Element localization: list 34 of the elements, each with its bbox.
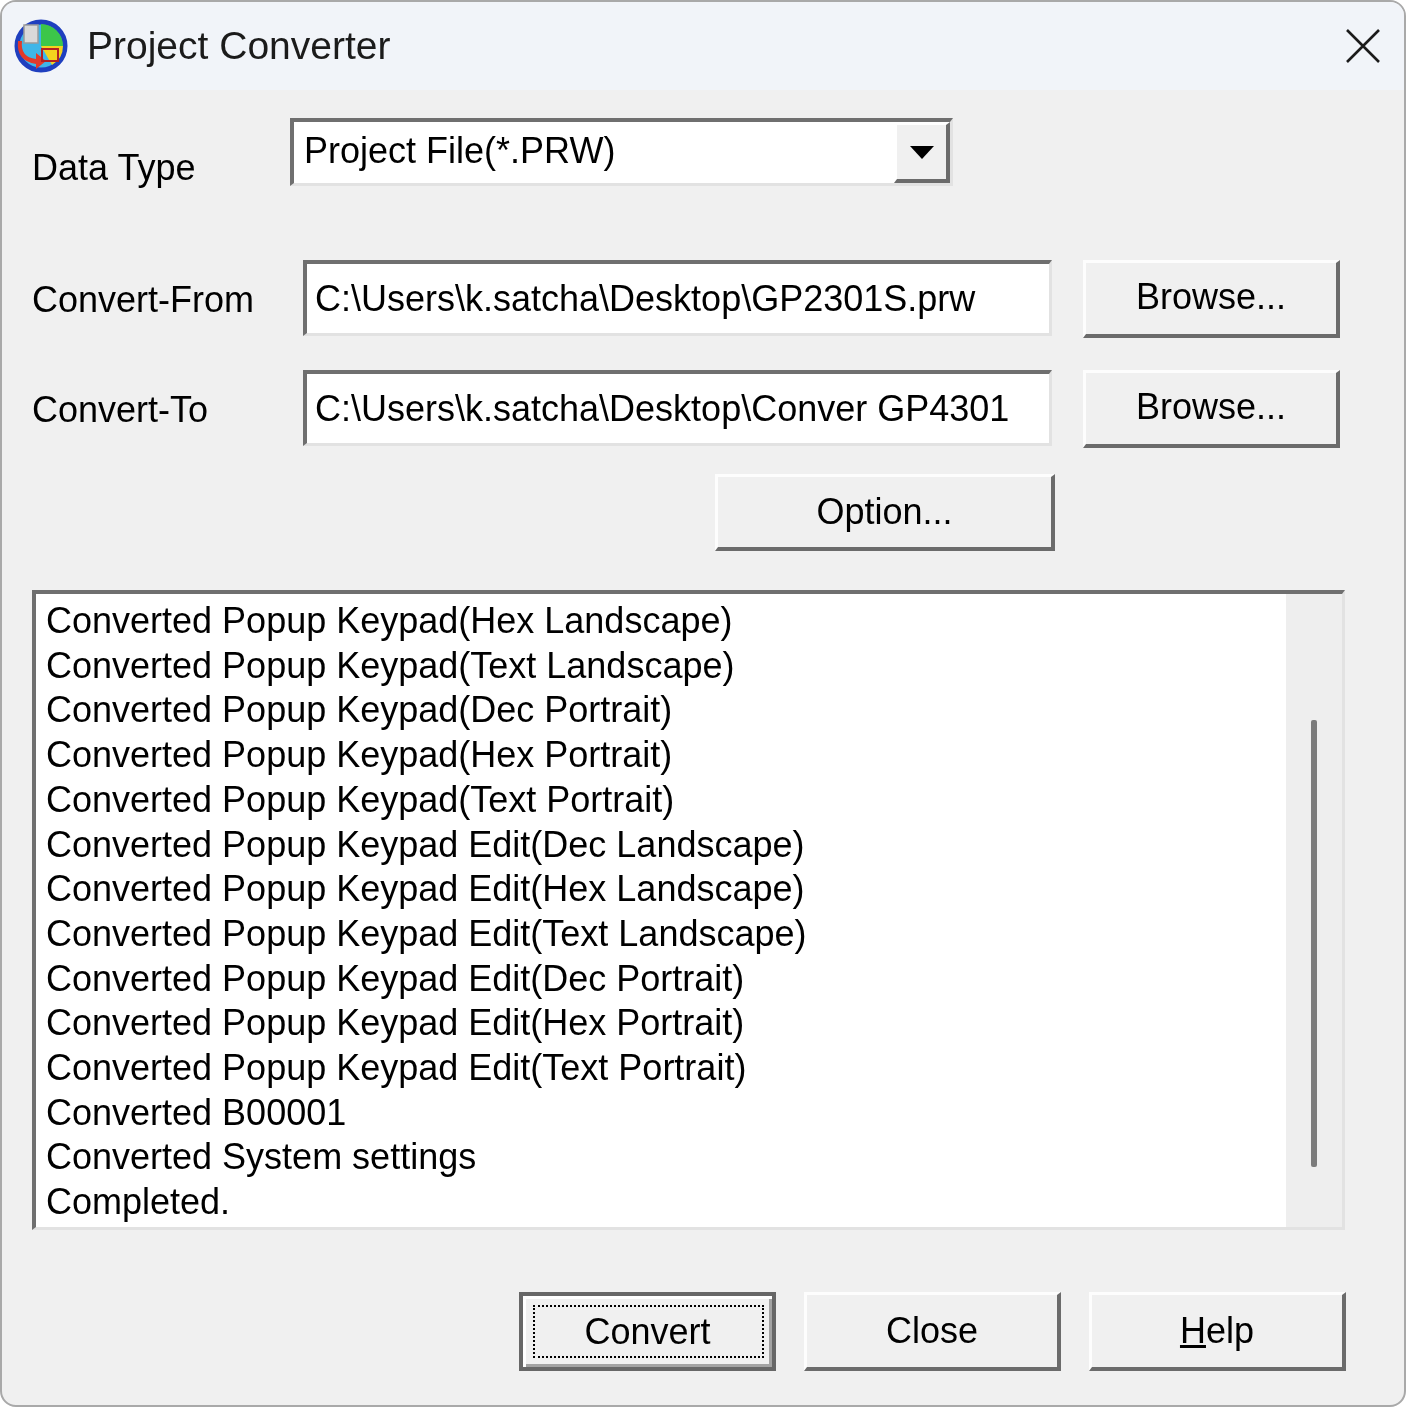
dialog-button[interactable]: Help bbox=[1089, 1292, 1346, 1371]
log-line: Converted Popup Keypad(Dec Portrait) bbox=[46, 688, 673, 733]
option-button[interactable]: Option... bbox=[715, 474, 1055, 551]
log-line: Converted Popup Keypad(Hex Portrait) bbox=[46, 733, 673, 778]
log-line: Converted Popup Keypad(Text Landscape) bbox=[46, 643, 735, 688]
data-type-dropdown[interactable]: Project File(*.PRW) bbox=[290, 118, 953, 186]
log-line: Converted Popup Keypad(Text Portrait) bbox=[46, 777, 675, 822]
browse-button[interactable]: Browse... bbox=[1083, 260, 1340, 338]
window-title: Project Converter bbox=[87, 24, 391, 68]
log-line: Converted Popup Keypad Edit(Dec Portrait) bbox=[46, 956, 745, 1001]
field-label: Convert-From bbox=[32, 279, 255, 320]
field-label: Convert-To bbox=[32, 389, 209, 430]
log-line: Converted Popup Keypad Edit(Hex Portrait) bbox=[46, 1001, 745, 1046]
dialog-button[interactable]: Close bbox=[804, 1292, 1061, 1371]
log-line: Converted Popup Keypad Edit(Text Landscape) bbox=[46, 911, 807, 956]
dialog-button[interactable]: Convert bbox=[519, 1292, 776, 1371]
field-label: Data Type bbox=[32, 147, 196, 188]
log-line: Converted Popup Keypad(Hex Landscape) bbox=[46, 599, 733, 643]
path-field[interactable]: C:\Users\k.satcha\Desktop\GP2301S.prw bbox=[303, 260, 1052, 336]
close-icon bbox=[1346, 29, 1380, 63]
caret-icon bbox=[909, 145, 934, 159]
browse-button[interactable]: Browse... bbox=[1083, 370, 1340, 448]
scrollbar[interactable] bbox=[1286, 594, 1342, 1227]
log-line: Converted Popup Keypad Edit(Hex Landscape) bbox=[46, 867, 805, 912]
log-line: Converted B00001 bbox=[46, 1090, 347, 1135]
log-line: Completed. bbox=[46, 1180, 231, 1225]
path-field[interactable]: C:\Users\k.satcha\Desktop\Conver GP4301 bbox=[303, 370, 1052, 446]
close-button[interactable] bbox=[1344, 27, 1382, 65]
dropdown-button[interactable] bbox=[894, 122, 950, 183]
app-icon bbox=[14, 19, 68, 73]
log-line: Converted Popup Keypad Edit(Text Portrait) bbox=[46, 1046, 747, 1091]
log-line: Converted Popup Keypad Edit(Dec Landscape) bbox=[46, 822, 805, 867]
scrollbar-thumb[interactable] bbox=[1311, 720, 1317, 1167]
log-line: Converted System settings bbox=[46, 1135, 477, 1180]
